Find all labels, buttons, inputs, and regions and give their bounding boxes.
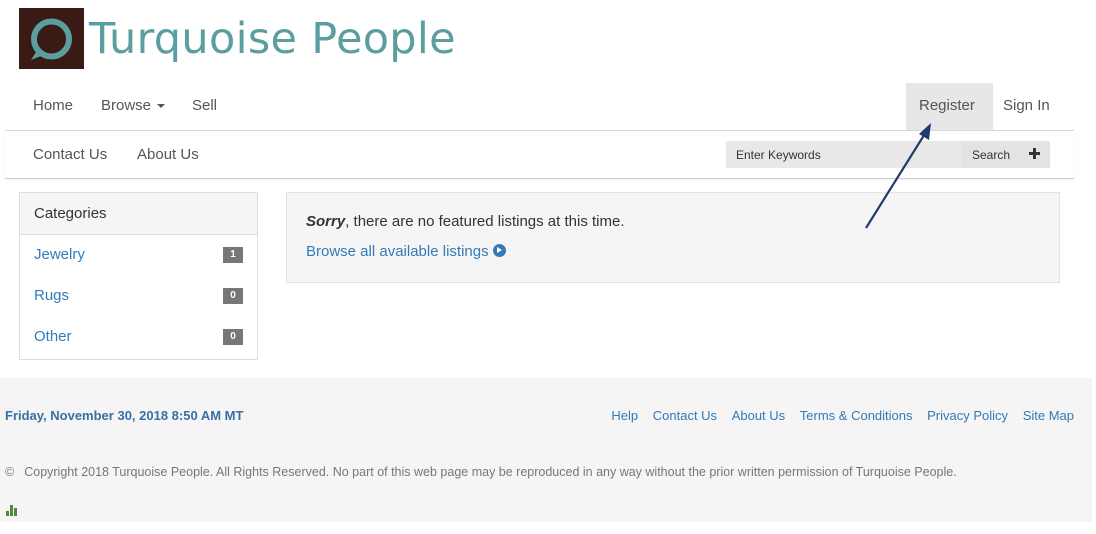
site-logo[interactable] [19,8,84,69]
search-button-label: Search [972,147,1011,162]
nav-sell[interactable]: Sell [192,97,217,114]
copyright-notice: © Copyright 2018 Turquoise People. All Ri… [5,465,957,479]
copyright-icon: © [5,465,15,479]
footer-link-terms[interactable]: Terms & Conditions [800,408,913,423]
footer-date: Friday, November 30, 2018 8:50 AM MT [5,408,244,423]
category-link-jewelry[interactable]: Jewelry [34,246,85,263]
nav-about-us[interactable]: About Us [137,146,199,163]
category-item: Other 0 [20,317,257,358]
primary-nav: Home Browse Sell Register Sign In [5,83,1074,131]
copyright-text: Copyright 2018 Turquoise People. All Rig… [24,465,957,479]
category-link-rugs[interactable]: Rugs [34,287,69,304]
footer-link-site-map[interactable]: Site Map [1023,408,1074,423]
search-button[interactable]: Search [961,141,1050,168]
categories-panel: Categories Jewelry 1 Rugs 0 Other 0 [19,192,258,360]
footer: Friday, November 30, 2018 8:50 AM MT Hel… [0,378,1092,522]
featured-listings-panel: Sorry, there are no featured listings at… [286,192,1060,283]
caret-down-icon [157,104,166,109]
bar-chart-icon[interactable] [6,504,20,516]
categories-title: Categories [20,193,257,235]
browse-all-label: Browse all available listings [306,243,489,260]
arrow-circle-right-icon [492,244,506,257]
nav-contact-us[interactable]: Contact Us [33,146,107,163]
footer-link-privacy[interactable]: Privacy Policy [927,408,1008,423]
category-item: Rugs 0 [20,276,257,317]
category-item: Jewelry 1 [20,235,257,276]
category-count-badge: 0 [223,288,243,304]
category-count-badge: 0 [223,329,243,345]
no-featured-message: Sorry, there are no featured listings at… [306,213,625,230]
footer-links: Help Contact Us About Us Terms & Conditi… [600,408,1074,423]
no-featured-text: , there are no featured listings at this… [345,213,625,230]
sorry-text: Sorry [306,213,346,230]
nav-home[interactable]: Home [33,97,73,114]
nav-browse-label: Browse [101,97,152,114]
brand-name[interactable]: Turquoise People [89,12,456,66]
search-input[interactable] [726,141,971,168]
nav-sign-in[interactable]: Sign In [1003,97,1050,114]
footer-link-help[interactable]: Help [611,408,638,423]
category-link-other[interactable]: Other [34,328,72,345]
plus-icon [1029,148,1040,159]
nav-register[interactable]: Register [919,97,975,114]
logo-ring-icon [31,18,72,60]
footer-link-about-us[interactable]: About Us [732,408,785,423]
browse-all-listings-link[interactable]: Browse all available listings [306,243,506,260]
category-count-badge: 1 [223,247,243,263]
footer-link-contact-us[interactable]: Contact Us [653,408,717,423]
nav-browse-dropdown[interactable]: Browse [101,97,166,114]
